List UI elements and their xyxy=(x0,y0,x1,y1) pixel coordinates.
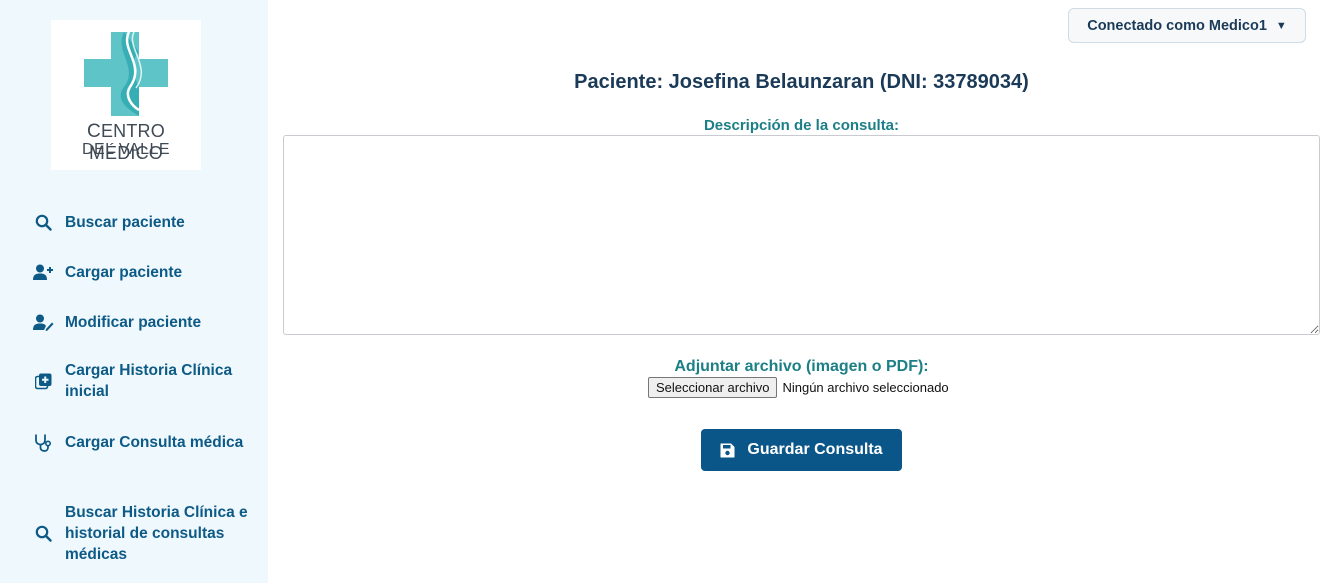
file-status: Ningún archivo seleccionado xyxy=(782,380,949,395)
sidebar-item-buscar-historia-clinica[interactable]: Buscar Historia Clínica e historial de c… xyxy=(32,502,252,565)
sidebar-item-label: Cargar Consulta médica xyxy=(65,433,244,451)
user-plus-icon xyxy=(32,261,54,283)
user-dropdown-label: Conectado como Medico1 xyxy=(1087,17,1267,34)
search-icon xyxy=(32,523,54,545)
sidebar-item-cargar-paciente[interactable]: Cargar paciente xyxy=(32,261,252,283)
attach-label: Adjuntar archivo (imagen o PDF): xyxy=(674,358,929,375)
floppy-disk-icon xyxy=(720,443,735,458)
stethoscope-icon xyxy=(32,431,54,453)
sidebar-item-label: Cargar Historia Clínica inicial xyxy=(65,362,233,400)
sidebar-item-cargar-consulta[interactable]: Cargar Consulta médica xyxy=(32,431,252,453)
sidebar-item-label: Buscar paciente xyxy=(65,213,185,231)
sidebar-item-label: Buscar Historia Clínica e historial de c… xyxy=(65,504,248,563)
plus-square-icon xyxy=(32,370,54,392)
file-input: Seleccionar archivo Ningún archivo selec… xyxy=(648,377,949,398)
select-file-button[interactable]: Seleccionar archivo xyxy=(648,377,778,398)
sidebar-item-label: Modificar paciente xyxy=(65,313,202,331)
patient-title: Paciente: Josefina Belaunzaran (DNI: 337… xyxy=(574,71,1029,93)
description-label: Descripción de la consulta: xyxy=(703,117,900,134)
app-root: CENTRO MÉDICO DEL VALLE Buscar paciente … xyxy=(0,0,1323,583)
sidebar-item-buscar-paciente[interactable]: Buscar paciente xyxy=(32,211,252,233)
user-dropdown-button[interactable]: Conectado como Medico1 ▼ xyxy=(1068,8,1306,43)
caret-down-icon: ▼ xyxy=(1275,19,1287,32)
logo-line-2: DEL VALLE xyxy=(81,141,171,158)
save-button-label: Guardar Consulta xyxy=(747,441,883,458)
logo: CENTRO MÉDICO DEL VALLE xyxy=(51,20,201,170)
search-icon xyxy=(32,211,54,233)
description-textarea[interactable] xyxy=(283,135,1320,335)
medical-cross-logo xyxy=(84,32,168,116)
user-edit-icon xyxy=(32,311,54,333)
sidebar: CENTRO MÉDICO DEL VALLE Buscar paciente … xyxy=(0,0,268,583)
save-consultation-button[interactable]: Guardar Consulta xyxy=(701,429,902,471)
sidebar-item-modificar-paciente[interactable]: Modificar paciente xyxy=(32,311,252,333)
sidebar-item-cargar-historia-clinica[interactable]: Cargar Historia Clínica inicial xyxy=(32,360,252,402)
sidebar-item-label: Cargar paciente xyxy=(65,263,183,281)
